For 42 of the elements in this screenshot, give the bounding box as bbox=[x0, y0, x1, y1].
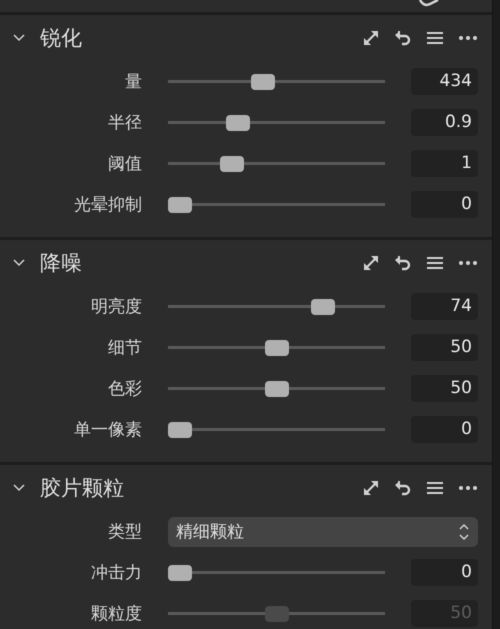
field-label: 量 bbox=[124, 71, 142, 93]
value-field[interactable]: 0.9 bbox=[411, 109, 478, 136]
tool-icon[interactable] bbox=[418, 0, 440, 8]
section-title: 胶片颗粒 bbox=[40, 475, 124, 502]
chevron-down-icon[interactable] bbox=[12, 483, 26, 493]
undo-icon[interactable] bbox=[394, 479, 412, 497]
expand-arrows-icon[interactable] bbox=[362, 254, 380, 272]
value-field[interactable]: 74 bbox=[411, 293, 478, 320]
field-label: 阈值 bbox=[107, 153, 142, 175]
field-label: 冲击力 bbox=[90, 562, 142, 584]
value-field[interactable]: 0 bbox=[411, 559, 478, 586]
value-field[interactable]: 434 bbox=[411, 68, 478, 95]
expand-arrows-icon[interactable] bbox=[362, 29, 380, 47]
chevron-down-icon[interactable] bbox=[12, 258, 26, 268]
value-field[interactable]: 50 bbox=[411, 375, 478, 402]
field-label: 半径 bbox=[107, 112, 142, 134]
undo-icon[interactable] bbox=[394, 29, 412, 47]
section-title: 锐化 bbox=[40, 25, 82, 52]
field-label: 类型 bbox=[107, 521, 142, 543]
section-title: 降噪 bbox=[40, 250, 82, 277]
value-field[interactable]: 0 bbox=[411, 191, 478, 218]
field-label: 细节 bbox=[107, 337, 142, 359]
value-field[interactable]: 1 bbox=[411, 150, 478, 177]
undo-icon[interactable] bbox=[394, 254, 412, 272]
dropdown[interactable]: 精细颗粒 bbox=[168, 516, 478, 546]
more-icon[interactable] bbox=[458, 485, 478, 491]
value-field[interactable]: 50 bbox=[411, 334, 478, 361]
menu-icon[interactable] bbox=[426, 31, 444, 45]
chevron-down-icon[interactable] bbox=[12, 33, 26, 43]
menu-icon[interactable] bbox=[426, 256, 444, 270]
more-icon[interactable] bbox=[458, 260, 478, 266]
field-label: 明亮度 bbox=[90, 296, 142, 318]
field-label: 颗粒度 bbox=[90, 603, 142, 625]
menu-icon[interactable] bbox=[426, 481, 444, 495]
up-down-chevron-icon bbox=[458, 522, 470, 542]
field-label: 光晕抑制 bbox=[73, 194, 142, 216]
value-field: 50 bbox=[411, 600, 478, 627]
more-icon[interactable] bbox=[458, 35, 478, 41]
expand-arrows-icon[interactable] bbox=[362, 479, 380, 497]
value-field[interactable]: 0 bbox=[411, 416, 478, 443]
field-label: 单一像素 bbox=[73, 419, 142, 441]
field-label: 色彩 bbox=[107, 378, 142, 400]
